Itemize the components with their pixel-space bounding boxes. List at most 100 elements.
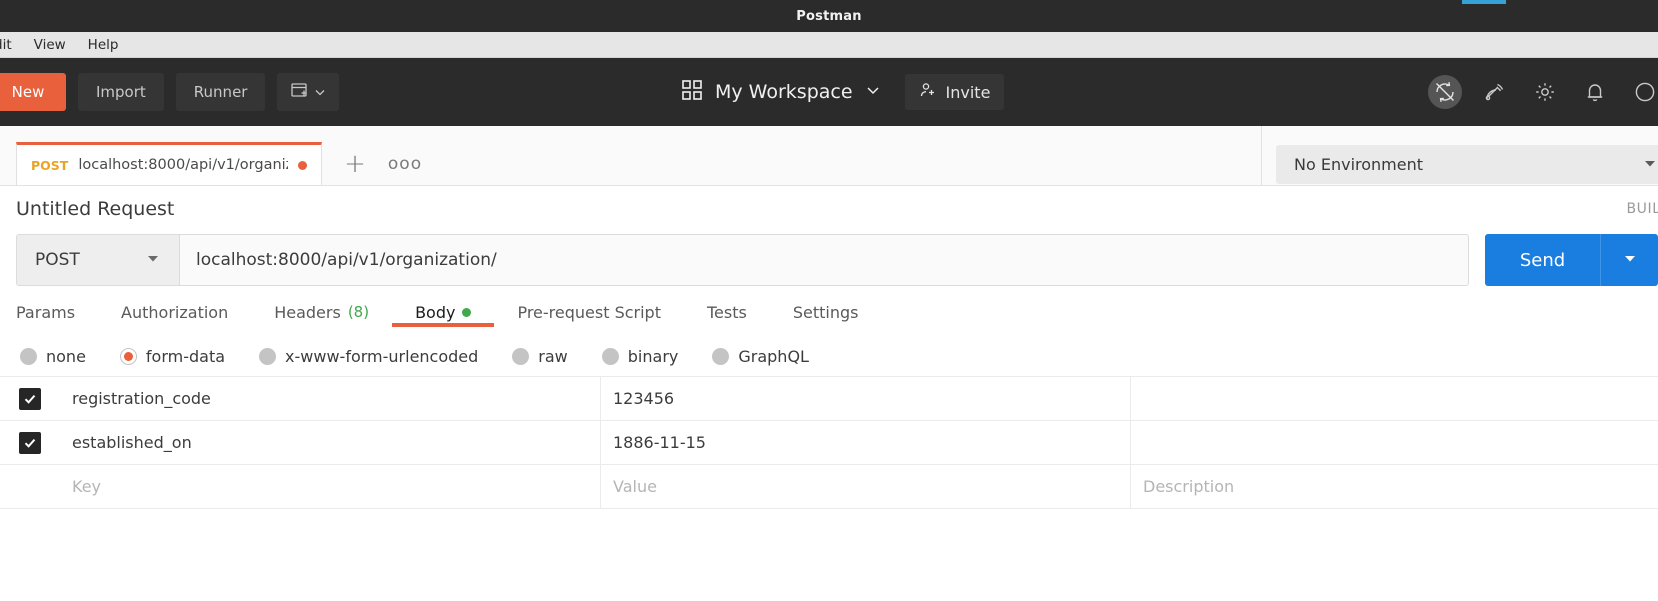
row-key-text: registration_code bbox=[72, 389, 211, 408]
body-type-x-www-form-urlencoded[interactable]: x-www-form-urlencoded bbox=[259, 347, 478, 366]
tab-method-label: POST bbox=[31, 158, 68, 173]
tab-pre-request-script-label: Pre-request Script bbox=[517, 303, 661, 322]
form-data-table: registration_code 123456 established_on … bbox=[0, 376, 1658, 509]
help-circle-icon[interactable] bbox=[1628, 75, 1658, 109]
tab-params[interactable]: Params bbox=[16, 288, 98, 336]
table-row: established_on 1886-11-15 bbox=[0, 421, 1658, 465]
body-type-x-www-form-urlencoded-label: x-www-form-urlencoded bbox=[285, 347, 478, 366]
invite-user-icon bbox=[919, 81, 937, 103]
add-tab-button[interactable]: + bbox=[332, 142, 378, 185]
request-tab[interactable]: POST localhost:8000/api/v1/organiz... bbox=[16, 142, 322, 185]
menu-item-edit[interactable]: dit bbox=[0, 32, 12, 58]
url-bar: POST localhost:8000/api/v1/organization/… bbox=[0, 232, 1658, 288]
table-row-empty: Key Value Description bbox=[0, 465, 1658, 509]
environment-label: No Environment bbox=[1294, 155, 1423, 174]
radio-icon bbox=[602, 348, 619, 365]
tab-pre-request-script[interactable]: Pre-request Script bbox=[494, 288, 684, 336]
tab-body[interactable]: Body bbox=[392, 288, 494, 336]
header-icon-group bbox=[1428, 58, 1658, 126]
send-button[interactable]: Send bbox=[1485, 234, 1600, 286]
build-label[interactable]: BUILD bbox=[1626, 201, 1658, 217]
body-type-radio-group: none form-data x-www-form-urlencoded raw… bbox=[0, 336, 1658, 376]
body-type-form-data[interactable]: form-data bbox=[120, 347, 225, 366]
invite-button-label: Invite bbox=[946, 83, 991, 102]
tab-headers[interactable]: Headers (8) bbox=[251, 288, 392, 336]
workspace-selector[interactable]: My Workspace Invite bbox=[681, 58, 1004, 126]
import-button-label: Import bbox=[96, 83, 146, 101]
row-description-input[interactable] bbox=[1131, 421, 1658, 465]
row-enabled-checkbox-cell bbox=[0, 388, 60, 410]
tab-params-label: Params bbox=[16, 303, 75, 322]
send-button-label: Send bbox=[1520, 250, 1565, 271]
runner-button-label: Runner bbox=[194, 83, 248, 101]
description-placeholder: Description bbox=[1143, 477, 1234, 496]
body-type-graphql-label: GraphQL bbox=[738, 347, 809, 366]
row-value-input[interactable]: 1886-11-15 bbox=[601, 421, 1131, 465]
new-row-value-input[interactable]: Value bbox=[601, 465, 1131, 509]
body-type-none-label: none bbox=[46, 347, 86, 366]
request-title-row: Untitled Request BUILD bbox=[0, 186, 1658, 232]
tab-settings-label: Settings bbox=[793, 303, 859, 322]
checkbox-checked-icon[interactable] bbox=[19, 388, 41, 410]
body-type-none[interactable]: none bbox=[20, 347, 86, 366]
url-text: localhost:8000/api/v1/organization/ bbox=[196, 250, 497, 270]
new-row-description-input[interactable]: Description bbox=[1131, 465, 1658, 509]
value-placeholder: Value bbox=[613, 477, 657, 496]
tab-authorization[interactable]: Authorization bbox=[98, 288, 251, 336]
bell-icon[interactable] bbox=[1578, 75, 1612, 109]
radio-selected-icon bbox=[120, 348, 137, 365]
radio-icon bbox=[512, 348, 529, 365]
new-row-key-input[interactable]: Key bbox=[60, 465, 601, 509]
row-key-input[interactable]: registration_code bbox=[60, 377, 601, 421]
tab-authorization-label: Authorization bbox=[121, 303, 228, 322]
satellite-icon[interactable] bbox=[1478, 75, 1512, 109]
chevron-down-icon bbox=[1642, 155, 1658, 175]
runner-button[interactable]: Runner bbox=[176, 73, 266, 111]
radio-icon bbox=[712, 348, 729, 365]
invite-button[interactable]: Invite bbox=[905, 74, 1005, 110]
send-button-group: Send bbox=[1485, 234, 1642, 286]
environment-selector[interactable]: No Environment bbox=[1276, 145, 1658, 184]
import-button[interactable]: Import bbox=[78, 73, 164, 111]
row-description-input[interactable] bbox=[1131, 377, 1658, 421]
row-value-text: 1886-11-15 bbox=[613, 433, 706, 452]
table-row: registration_code 123456 bbox=[0, 377, 1658, 421]
body-type-binary[interactable]: binary bbox=[602, 347, 679, 366]
tab-tests[interactable]: Tests bbox=[684, 288, 770, 336]
chevron-down-icon bbox=[1622, 250, 1638, 270]
menu-item-view[interactable]: View bbox=[34, 32, 66, 58]
new-window-button[interactable] bbox=[277, 73, 339, 111]
http-method-select[interactable]: POST bbox=[16, 234, 179, 286]
unsaved-indicator-dot bbox=[298, 161, 307, 170]
tab-settings[interactable]: Settings bbox=[770, 288, 882, 336]
tab-headers-count: (8) bbox=[348, 303, 369, 321]
gear-icon[interactable] bbox=[1528, 75, 1562, 109]
row-enabled-checkbox-cell bbox=[0, 476, 60, 498]
body-type-graphql[interactable]: GraphQL bbox=[712, 347, 809, 366]
send-options-button[interactable] bbox=[1600, 234, 1658, 286]
chevron-down-icon bbox=[145, 250, 161, 271]
row-key-input[interactable]: established_on bbox=[60, 421, 601, 465]
checkbox-checked-icon[interactable] bbox=[19, 432, 41, 454]
checkbox-unchecked-icon[interactable] bbox=[19, 476, 41, 498]
tab-body-label: Body bbox=[415, 303, 455, 322]
radio-icon bbox=[259, 348, 276, 365]
window-titlebar: Postman bbox=[0, 0, 1658, 32]
grid-icon bbox=[681, 79, 703, 105]
workspace-label: My Workspace bbox=[715, 81, 853, 103]
row-value-input[interactable]: 123456 bbox=[601, 377, 1131, 421]
titlebar-accent-bar bbox=[1462, 0, 1506, 4]
sync-off-icon[interactable] bbox=[1428, 75, 1462, 109]
new-button[interactable]: New bbox=[0, 73, 66, 111]
tab-headers-label: Headers bbox=[274, 303, 341, 322]
menu-item-help[interactable]: Help bbox=[88, 32, 119, 58]
body-type-raw[interactable]: raw bbox=[512, 347, 567, 366]
url-input[interactable]: localhost:8000/api/v1/organization/ bbox=[179, 234, 1469, 286]
menubar: dit View Help bbox=[0, 32, 1658, 58]
http-method-label: POST bbox=[35, 250, 80, 270]
tab-options-button[interactable]: ooo bbox=[382, 142, 428, 185]
tab-url-label: localhost:8000/api/v1/organiz... bbox=[78, 157, 288, 173]
tab-tests-label: Tests bbox=[707, 303, 747, 322]
body-active-dot-icon bbox=[462, 308, 471, 317]
new-window-icon bbox=[290, 81, 308, 103]
